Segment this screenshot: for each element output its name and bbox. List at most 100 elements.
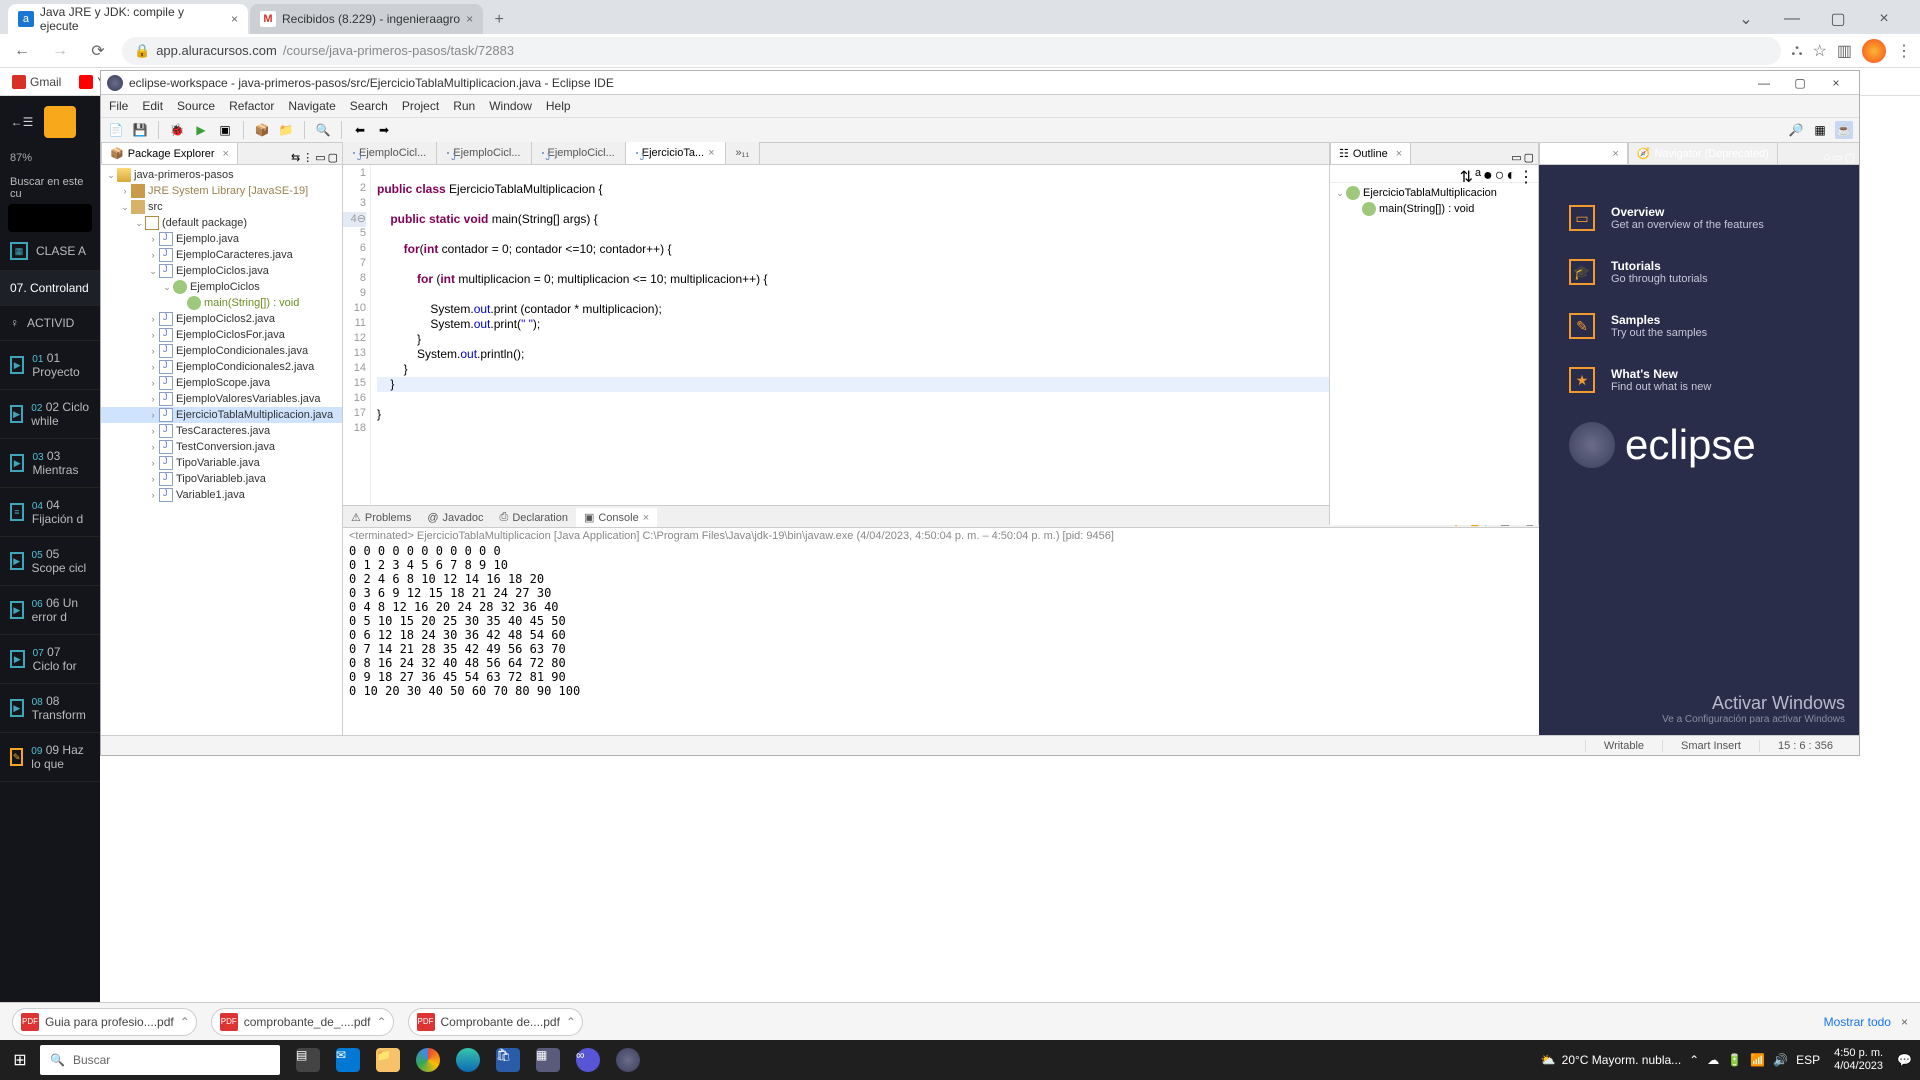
hide-nonpublic-icon[interactable]: ◐ — [1506, 167, 1516, 180]
outline-tab[interactable]: ☷Outline× — [1330, 142, 1411, 164]
new-class-icon[interactable]: 📦 — [253, 121, 271, 139]
taskbar-clock[interactable]: 4:50 p. m.4/04/2023 — [1828, 1047, 1889, 1073]
back-button[interactable]: ← — [8, 42, 36, 60]
collapse-icon[interactable]: ⇆ — [291, 151, 300, 164]
browser-tab-1[interactable]: a Java JRE y JDK: compile y ejecute × — [8, 4, 248, 34]
editor-tab-2[interactable]: EjemploCicl... — [437, 142, 531, 164]
close-icon[interactable]: × — [231, 12, 238, 26]
save-icon[interactable]: 💾 — [131, 121, 149, 139]
console-output[interactable]: 0 0 0 0 0 0 0 0 0 0 0 0 1 2 3 4 5 6 7 8 … — [343, 544, 1539, 735]
welcome-overview[interactable]: ▭OverviewGet an overview of the features — [1569, 205, 1839, 231]
sidebar-item-clase[interactable]: ▦CLASE A — [0, 232, 100, 271]
minimize-icon[interactable]: ▭ — [1511, 151, 1521, 164]
address-bar[interactable]: 🔒 app.aluracursos.com/course/java-primer… — [122, 37, 1781, 65]
close-icon[interactable]: × — [223, 148, 229, 160]
maximize-icon[interactable]: ▢ — [1845, 151, 1855, 164]
close-icon[interactable]: × — [708, 147, 714, 159]
menu-window[interactable]: Window — [489, 99, 532, 113]
tab-console[interactable]: ▣Console × — [576, 508, 657, 527]
chevron-up-icon[interactable]: ⌃ — [566, 1015, 576, 1029]
translate-icon[interactable]: ⛬ — [1791, 42, 1802, 60]
menu-help[interactable]: Help — [546, 99, 571, 113]
menu-source[interactable]: Source — [177, 99, 215, 113]
sidebar-item-07[interactable]: 07. Controland — [0, 271, 100, 306]
tab-javadoc[interactable]: @Javadoc — [419, 509, 491, 527]
menu-icon[interactable]: ⋮ — [1518, 167, 1534, 180]
chevron-up-icon[interactable]: ⌃ — [180, 1015, 190, 1029]
tab-declaration[interactable]: ⎙Declaration — [492, 508, 576, 527]
sidebar-item-02[interactable]: ▶02 02 Ciclo while — [0, 390, 100, 439]
star-icon[interactable]: ☆ — [1813, 41, 1827, 61]
side-panel-icon[interactable]: ▥ — [1837, 41, 1852, 61]
minimize-icon[interactable]: — — [1774, 4, 1810, 34]
filter-icon[interactable]: ᵃ — [1475, 167, 1481, 180]
sidebar-item-06[interactable]: ▶06 06 Un error d — [0, 586, 100, 635]
link-icon[interactable]: ⋮ — [302, 151, 313, 164]
sidebar-item-09[interactable]: ✎09 09 Haz lo que — [0, 733, 100, 782]
new-tab-button[interactable]: + — [485, 6, 513, 34]
sidebar-item-07b[interactable]: ▶07 07 Ciclo for — [0, 635, 100, 684]
eclipse-taskbar-icon[interactable] — [610, 1042, 646, 1078]
menu-edit[interactable]: Edit — [142, 99, 163, 113]
reload-button[interactable]: ⟳ — [84, 41, 112, 61]
task-view-icon[interactable]: ▤ — [290, 1042, 326, 1078]
maximize-icon[interactable]: ▢ — [1820, 4, 1856, 34]
menu-refactor[interactable]: Refactor — [229, 99, 274, 113]
package-tree[interactable]: ⌄java-primeros-pasos ›JRE System Library… — [101, 165, 342, 735]
battery-icon[interactable]: 🔋 — [1727, 1053, 1742, 1067]
menu-file[interactable]: File — [109, 99, 128, 113]
debug-icon[interactable]: 🐞 — [168, 121, 186, 139]
close-icon[interactable]: × — [1901, 1015, 1908, 1029]
back-icon[interactable]: ⬅ — [351, 121, 369, 139]
chevron-up-icon[interactable]: ⌃ — [376, 1015, 386, 1029]
chrome-icon[interactable] — [410, 1042, 446, 1078]
maximize-icon[interactable]: ▢ — [1524, 151, 1534, 164]
editor-tab-3[interactable]: EjemploCicl... — [532, 142, 626, 164]
sidebar-item-activid[interactable]: ♀ACTIVID — [0, 306, 100, 341]
editor-tab-1[interactable]: EjemploCicl... — [343, 142, 437, 164]
minimize-icon[interactable]: — — [1747, 76, 1781, 90]
welcome-samples[interactable]: ✎SamplesTry out the samples — [1569, 313, 1839, 339]
hide-fields-icon[interactable]: ● — [1483, 167, 1493, 180]
taskbar-search[interactable]: 🔍Buscar — [40, 1045, 280, 1075]
welcome-whatsnew[interactable]: ★What's NewFind out what is new — [1569, 367, 1839, 393]
forward-icon[interactable]: ➡ — [375, 121, 393, 139]
edge-icon[interactable] — [450, 1042, 486, 1078]
perspective-icon[interactable]: ☕ — [1835, 121, 1853, 139]
perspective-java-icon[interactable]: ▦ — [1811, 121, 1829, 139]
close-icon[interactable]: × — [1396, 148, 1402, 160]
home-icon[interactable]: ⌂ — [1824, 151, 1831, 164]
editor-tab-4[interactable]: EjercicioTa... × — [626, 142, 726, 164]
search-icon[interactable]: 🔍 — [314, 121, 332, 139]
download-item-1[interactable]: PDFGuia para profesio....pdf⌃ — [12, 1008, 197, 1036]
store-icon[interactable]: 🛍 — [490, 1042, 526, 1078]
sidebar-item-01[interactable]: ▶01 01 Proyecto — [0, 341, 100, 390]
start-button[interactable]: ⊞ — [0, 1040, 40, 1080]
tab-problems[interactable]: ⚠Problems — [343, 508, 419, 527]
sidebar-item-05[interactable]: ▶05 05 Scope cicl — [0, 537, 100, 586]
bookmark-gmail[interactable]: Gmail — [12, 75, 61, 89]
new-icon[interactable]: 📄 — [107, 121, 125, 139]
chevron-up-icon[interactable]: ⌃ — [1689, 1053, 1699, 1067]
close-icon[interactable]: × — [643, 512, 649, 524]
app-icon[interactable]: ∞ — [570, 1042, 606, 1078]
run-icon[interactable]: ▶ — [192, 121, 210, 139]
coverage-icon[interactable]: ▣ — [216, 121, 234, 139]
maximize-icon[interactable]: ▢ — [328, 151, 338, 164]
show-all-downloads[interactable]: Mostrar todo — [1824, 1015, 1891, 1029]
browser-tab-2[interactable]: M Recibidos (8.229) - ingenieraagro × — [250, 4, 483, 34]
minimize-icon[interactable]: ▭ — [1832, 151, 1842, 164]
wifi-icon[interactable]: 📶 — [1750, 1053, 1765, 1067]
welcome-tutorials[interactable]: 🎓TutorialsGo through tutorials — [1569, 259, 1839, 285]
weather-widget[interactable]: ⛅20°C Mayorm. nubla... — [1541, 1053, 1681, 1067]
powerpoint-icon[interactable]: ▦ — [530, 1042, 566, 1078]
close-icon[interactable]: × — [1866, 4, 1902, 34]
sort-icon[interactable]: ⇅ — [1460, 167, 1473, 180]
volume-icon[interactable]: 🔊 — [1773, 1053, 1788, 1067]
menu-search[interactable]: Search — [350, 99, 388, 113]
menu-icon[interactable]: ⋮ — [1896, 41, 1912, 61]
menu-navigate[interactable]: Navigate — [288, 99, 335, 113]
explorer-icon[interactable]: 📁 — [370, 1042, 406, 1078]
navigator-tab[interactable]: 🧭Navigator (Deprecated) — [1628, 142, 1778, 164]
profile-avatar[interactable] — [1862, 39, 1886, 63]
